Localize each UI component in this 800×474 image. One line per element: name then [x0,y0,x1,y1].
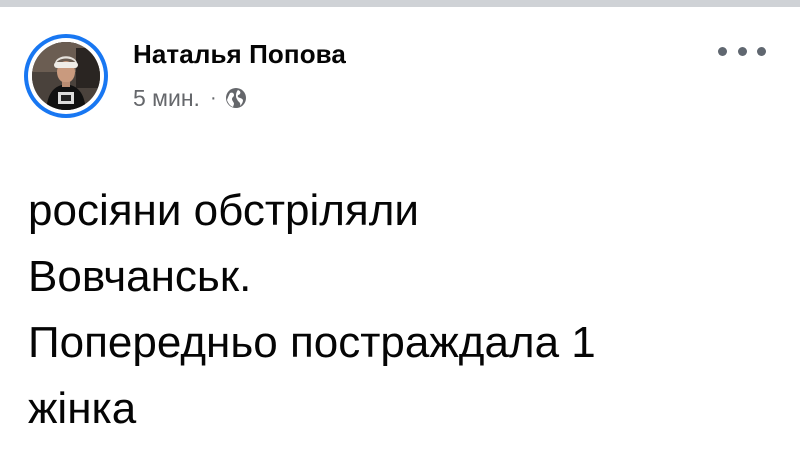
facebook-post: Наталья Попова 5 мин. · росіяни обстріля… [0,0,800,474]
globe-icon[interactable] [225,87,247,109]
more-options-icon[interactable] [718,40,766,62]
more-dot [737,46,747,56]
post-text-line: Вовчанськ. [28,252,252,301]
post-text-line: Попередньо постраждала 1 [28,318,596,367]
more-dot [757,46,766,56]
more-dot [718,46,727,56]
post-header: Наталья Попова 5 мин. · [133,38,346,112]
author-avatar[interactable] [24,34,108,118]
post-text: росіяни обстріляли Вовчанськ. Попередньо… [28,178,768,442]
post-timestamp[interactable]: 5 мин. [133,84,200,112]
avatar-ring-gap [28,38,104,114]
post-text-line: жінка [28,384,137,433]
top-divider [0,0,800,7]
post-text-line: росіяни обстріляли [28,186,419,235]
author-name[interactable]: Наталья Попова [133,38,346,70]
meta-separator: · [209,87,217,109]
avatar-person-image [32,42,100,110]
avatar-photo [32,42,100,110]
post-meta: 5 мин. · [133,84,346,112]
